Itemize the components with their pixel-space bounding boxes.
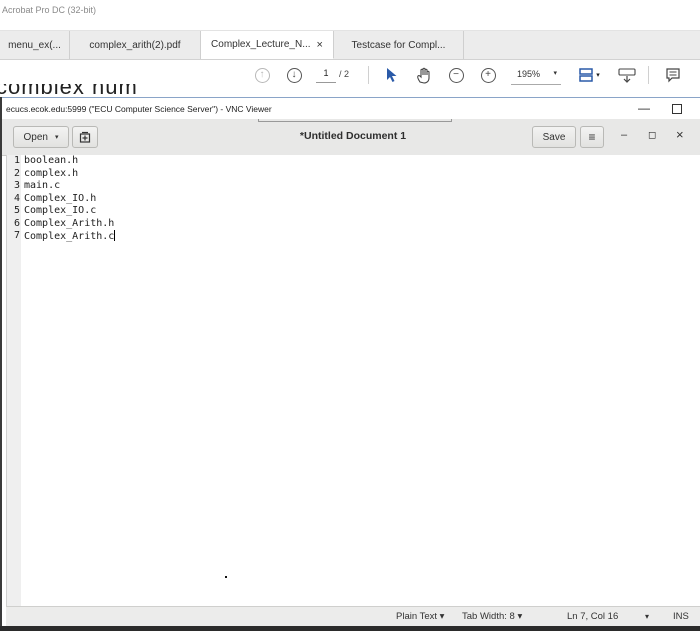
pointer-icon bbox=[387, 68, 397, 82]
tab-width-selector[interactable]: Tab Width: 8 ▾ bbox=[462, 611, 522, 622]
line-number: 5 bbox=[13, 205, 20, 216]
minimize-button[interactable]: — bbox=[638, 101, 650, 115]
select-tool-button[interactable] bbox=[383, 60, 401, 90]
hand-tool-button[interactable] bbox=[414, 60, 434, 90]
acrobat-title-bar: Acrobat Pro DC (32-bit) bbox=[0, 0, 700, 31]
tab-label: Complex_Lecture_N... bbox=[211, 39, 311, 50]
fit-page-button[interactable]: ▾ bbox=[575, 60, 603, 90]
chevron-down-icon[interactable]: ▾ bbox=[645, 612, 649, 621]
zoom-value: 195% bbox=[517, 69, 541, 79]
line-text: Complex_Arith.h bbox=[24, 217, 115, 229]
line-text-current: Complex_Arith.c bbox=[24, 230, 116, 244]
zoom-select[interactable]: 195% ▾ bbox=[511, 66, 561, 85]
maximize-button[interactable]: ◻ bbox=[648, 130, 656, 141]
comment-button[interactable] bbox=[663, 60, 683, 90]
arrow-up-icon: ↑ bbox=[254, 67, 270, 83]
tab-testcase[interactable]: Testcase for Compl... bbox=[334, 31, 464, 59]
arrow-down-icon: ↓ bbox=[286, 67, 302, 83]
text-cursor bbox=[114, 230, 116, 241]
keyboard-icon bbox=[618, 68, 636, 83]
language-selector[interactable]: Plain Text ▾ bbox=[396, 611, 444, 622]
line-number: 1 bbox=[13, 155, 20, 166]
window-bottom-border bbox=[0, 626, 700, 631]
new-tab-button[interactable] bbox=[72, 126, 98, 148]
page-up-button[interactable]: ↑ bbox=[253, 60, 271, 90]
chevron-down-icon: ▾ bbox=[553, 70, 557, 77]
zoom-in-button[interactable]: + bbox=[479, 60, 497, 90]
new-document-icon bbox=[79, 131, 91, 143]
minimize-button[interactable]: – bbox=[621, 129, 627, 141]
editor-line: 5 Complex_IO.c bbox=[7, 205, 607, 218]
maximize-button[interactable] bbox=[672, 104, 682, 114]
insert-mode-indicator[interactable]: INS bbox=[673, 611, 689, 622]
window-border bbox=[0, 97, 2, 631]
chevron-down-icon: ▾ bbox=[596, 72, 600, 79]
tab-complex-lecture[interactable]: Complex_Lecture_N... × bbox=[201, 31, 334, 59]
status-bar: Plain Text ▾ Tab Width: 8 ▾ Ln 7, Col 16… bbox=[6, 606, 700, 627]
keyboard-tool-button[interactable] bbox=[616, 60, 638, 90]
editor-line: 7 Complex_Arith.c bbox=[7, 230, 607, 243]
fit-page-icon bbox=[579, 68, 593, 82]
line-text: Complex_IO.h bbox=[24, 192, 97, 204]
line-number: 3 bbox=[13, 180, 20, 191]
line-text: main.c bbox=[24, 180, 61, 191]
background-pdf-heading: complex num bbox=[0, 84, 150, 94]
background-pdf-heading-text: complex num bbox=[0, 84, 138, 94]
line-text: complex.h bbox=[24, 167, 79, 179]
mouse-pointer-dot bbox=[225, 576, 227, 578]
line-number: 7 bbox=[13, 230, 20, 241]
editor-line: 6 Complex_Arith.h bbox=[7, 218, 607, 231]
line-number: 2 bbox=[13, 167, 20, 179]
page-down-button[interactable]: ↓ bbox=[285, 60, 303, 90]
editor-line: 1 boolean.h bbox=[7, 155, 607, 168]
close-icon[interactable]: × bbox=[317, 39, 323, 51]
zoom-in-icon: + bbox=[480, 67, 496, 83]
tab-complex-arith[interactable]: complex_arith(2).pdf bbox=[70, 31, 201, 59]
comment-icon bbox=[666, 68, 680, 83]
menu-button[interactable]: ≡ bbox=[580, 126, 604, 148]
tab-label: complex_arith(2).pdf bbox=[89, 39, 181, 51]
line-number: 4 bbox=[13, 192, 20, 204]
line-number: 6 bbox=[13, 217, 20, 229]
hamburger-icon: ≡ bbox=[588, 130, 596, 144]
line-text: Complex_Arith.c bbox=[24, 231, 115, 242]
tab-menu-ex[interactable]: menu_ex(... bbox=[0, 31, 70, 59]
editor-line: 4 Complex_IO.h bbox=[7, 193, 607, 206]
toolbar-divider bbox=[648, 66, 649, 84]
document-title: *Untitled Document 1 bbox=[299, 130, 407, 142]
text-editor[interactable]: 1 boolean.h 2 complex.h 3 main.c 4 Compl… bbox=[6, 155, 700, 606]
acrobat-tab-strip: menu_ex(... complex_arith(2).pdf Complex… bbox=[0, 31, 700, 60]
zoom-out-icon: − bbox=[448, 67, 464, 83]
zoom-out-button[interactable]: − bbox=[447, 60, 465, 90]
open-button[interactable]: Open ▾ bbox=[13, 126, 69, 148]
save-button[interactable]: Save bbox=[532, 126, 576, 148]
remote-window-edge bbox=[258, 119, 452, 122]
cursor-position[interactable]: Ln 7, Col 16 bbox=[567, 611, 618, 622]
tab-label: Testcase for Compl... bbox=[351, 39, 446, 51]
acrobat-title: Acrobat Pro DC (32-bit) bbox=[2, 5, 97, 15]
line-text: Complex_IO.c bbox=[24, 205, 97, 216]
line-text: boolean.h bbox=[24, 155, 79, 166]
vnc-title-bar: ecucs.ecok.edu:5999 ("ECU Computer Scien… bbox=[0, 97, 700, 120]
close-button[interactable]: × bbox=[676, 127, 684, 142]
open-label: Open bbox=[23, 131, 48, 143]
vnc-title: ecucs.ecok.edu:5999 ("ECU Computer Scien… bbox=[6, 104, 272, 114]
page-number-input[interactable]: 1 bbox=[316, 68, 336, 83]
page-total: / 2 bbox=[339, 69, 350, 79]
toolbar-divider bbox=[368, 66, 369, 84]
tab-label: menu_ex(... bbox=[8, 39, 61, 51]
hand-icon bbox=[417, 67, 430, 84]
editor-line: 3 main.c bbox=[7, 180, 607, 193]
chevron-down-icon: ▾ bbox=[54, 134, 59, 141]
editor-line: 2 complex.h bbox=[7, 168, 607, 181]
